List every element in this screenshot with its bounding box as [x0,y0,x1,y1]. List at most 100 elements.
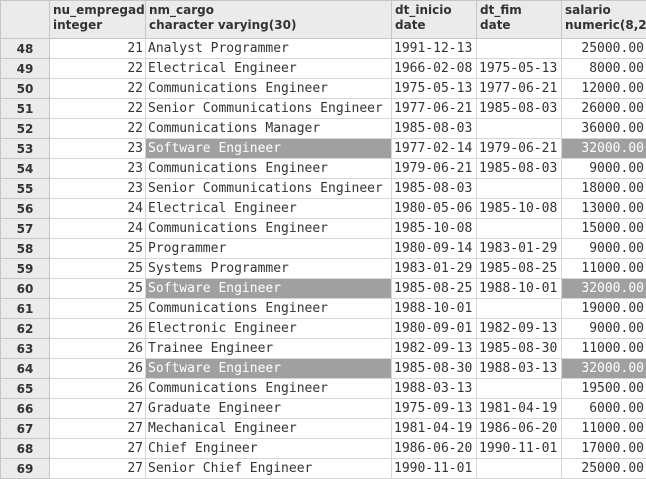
cell-salario[interactable]: 19500.00 [562,379,646,399]
row-number-cell[interactable]: 61 [1,299,50,319]
cell-dt-inicio[interactable]: 1975-09-13 [392,399,477,419]
cell-dt-fim[interactable]: 1979-06-21 [477,139,562,159]
table-row[interactable]: 6025Software Engineer1985-08-251988-10-0… [1,279,646,299]
cell-salario[interactable]: 11000.00 [562,419,646,439]
results-grid[interactable]: nu_empregado integer nm_cargo character … [0,0,646,479]
cell-dt-fim[interactable]: 1990-11-01 [477,439,562,459]
cell-dt-fim[interactable]: 1981-04-19 [477,399,562,419]
table-row[interactable]: 6326Trainee Engineer1982-09-131985-08-30… [1,339,646,359]
cell-nm-cargo[interactable]: Graduate Engineer [146,399,392,419]
table-row[interactable]: 5122Senior Communications Engineer1977-0… [1,99,646,119]
cell-dt-inicio[interactable]: 1988-03-13 [392,379,477,399]
cell-nm-cargo[interactable]: Electronic Engineer [146,319,392,339]
cell-salario[interactable]: 17000.00 [562,439,646,459]
table-row[interactable]: 6827Chief Engineer1986-06-201990-11-0117… [1,439,646,459]
cell-nm-cargo[interactable]: Mechanical Engineer [146,419,392,439]
cell-salario[interactable]: 8000.00 [562,59,646,79]
cell-nm-cargo[interactable]: Electrical Engineer [146,199,392,219]
cell-nm-cargo[interactable]: Communications Engineer [146,79,392,99]
column-header-salario[interactable]: salario numeric(8,2) [562,1,646,39]
table-row[interactable]: 5022Communications Engineer1975-05-13197… [1,79,646,99]
cell-nu-empregado[interactable]: 27 [50,459,146,479]
cell-nu-empregado[interactable]: 26 [50,339,146,359]
cell-dt-inicio[interactable]: 1980-09-14 [392,239,477,259]
table-row[interactable]: 6125Communications Engineer1988-10-01190… [1,299,646,319]
row-number-cell[interactable]: 58 [1,239,50,259]
cell-nm-cargo[interactable]: Communications Engineer [146,299,392,319]
table-row[interactable]: 5323Software Engineer1977-02-141979-06-2… [1,139,646,159]
cell-nm-cargo[interactable]: Chief Engineer [146,439,392,459]
row-number-cell[interactable]: 69 [1,459,50,479]
cell-salario[interactable]: 25000.00 [562,39,646,59]
cell-dt-fim[interactable]: 1985-10-08 [477,199,562,219]
cell-dt-inicio[interactable]: 1982-09-13 [392,339,477,359]
cell-nu-empregado[interactable]: 23 [50,159,146,179]
cell-dt-fim[interactable]: 1986-06-20 [477,419,562,439]
cell-dt-inicio[interactable]: 1966-02-08 [392,59,477,79]
table-row[interactable]: 4821Analyst Programmer1991-12-1325000.00 [1,39,646,59]
cell-nm-cargo[interactable]: Systems Programmer [146,259,392,279]
row-number-cell[interactable]: 55 [1,179,50,199]
cell-nu-empregado[interactable]: 27 [50,399,146,419]
table-row[interactable]: 5423Communications Engineer1979-06-21198… [1,159,646,179]
cell-nu-empregado[interactable]: 22 [50,99,146,119]
cell-dt-fim[interactable] [477,459,562,479]
cell-nu-empregado[interactable]: 26 [50,319,146,339]
row-number-cell[interactable]: 59 [1,259,50,279]
table-row[interactable]: 4922Electrical Engineer1966-02-081975-05… [1,59,646,79]
cell-dt-inicio[interactable]: 1985-08-03 [392,119,477,139]
cell-salario[interactable]: 12000.00 [562,79,646,99]
cell-dt-fim[interactable]: 1985-08-30 [477,339,562,359]
cell-nu-empregado[interactable]: 27 [50,419,146,439]
column-header-nu-empregado[interactable]: nu_empregado integer [50,1,146,39]
cell-salario[interactable]: 9000.00 [562,239,646,259]
cell-salario[interactable]: 25000.00 [562,459,646,479]
cell-salario[interactable]: 18000.00 [562,179,646,199]
cell-dt-fim[interactable]: 1982-09-13 [477,319,562,339]
row-number-cell[interactable]: 53 [1,139,50,159]
cell-salario[interactable]: 32000.00 [562,359,646,379]
cell-nu-empregado[interactable]: 26 [50,379,146,399]
cell-dt-fim[interactable]: 1988-03-13 [477,359,562,379]
cell-salario[interactable]: 32000.00 [562,279,646,299]
row-number-cell[interactable]: 49 [1,59,50,79]
table-row[interactable]: 6627Graduate Engineer1975-09-131981-04-1… [1,399,646,419]
cell-nu-empregado[interactable]: 24 [50,219,146,239]
cell-dt-fim[interactable] [477,379,562,399]
row-number-cell[interactable]: 60 [1,279,50,299]
cell-dt-fim[interactable] [477,39,562,59]
cell-nm-cargo[interactable]: Senior Communications Engineer [146,99,392,119]
column-header-dt-inicio[interactable]: dt_inicio date [392,1,477,39]
cell-nu-empregado[interactable]: 25 [50,259,146,279]
cell-nm-cargo[interactable]: Senior Chief Engineer [146,459,392,479]
cell-nu-empregado[interactable]: 24 [50,199,146,219]
cell-dt-fim[interactable] [477,219,562,239]
cell-salario[interactable]: 11000.00 [562,259,646,279]
cell-nu-empregado[interactable]: 25 [50,279,146,299]
table-row[interactable]: 5624Electrical Engineer1980-05-061985-10… [1,199,646,219]
table-row[interactable]: 6927Senior Chief Engineer1990-11-0125000… [1,459,646,479]
cell-nm-cargo[interactable]: Programmer [146,239,392,259]
column-header-nm-cargo[interactable]: nm_cargo character varying(30) [146,1,392,39]
cell-nm-cargo[interactable]: Trainee Engineer [146,339,392,359]
cell-dt-inicio[interactable]: 1977-06-21 [392,99,477,119]
cell-nu-empregado[interactable]: 21 [50,39,146,59]
table-row[interactable]: 5925Systems Programmer1983-01-291985-08-… [1,259,646,279]
cell-salario[interactable]: 11000.00 [562,339,646,359]
table-row[interactable]: 6727Mechanical Engineer1981-04-191986-06… [1,419,646,439]
cell-dt-inicio[interactable]: 1985-10-08 [392,219,477,239]
cell-nu-empregado[interactable]: 25 [50,239,146,259]
table-row[interactable]: 6526Communications Engineer1988-03-13195… [1,379,646,399]
cell-nm-cargo[interactable]: Electrical Engineer [146,59,392,79]
table-row[interactable]: 5222Communications Manager1985-08-033600… [1,119,646,139]
row-number-cell[interactable]: 63 [1,339,50,359]
cell-dt-fim[interactable]: 1977-06-21 [477,79,562,99]
row-number-cell[interactable]: 52 [1,119,50,139]
row-number-cell[interactable]: 51 [1,99,50,119]
cell-nu-empregado[interactable]: 27 [50,439,146,459]
row-number-cell[interactable]: 57 [1,219,50,239]
row-number-cell[interactable]: 56 [1,199,50,219]
cell-dt-fim[interactable] [477,299,562,319]
cell-dt-fim[interactable] [477,119,562,139]
cell-nu-empregado[interactable]: 23 [50,179,146,199]
